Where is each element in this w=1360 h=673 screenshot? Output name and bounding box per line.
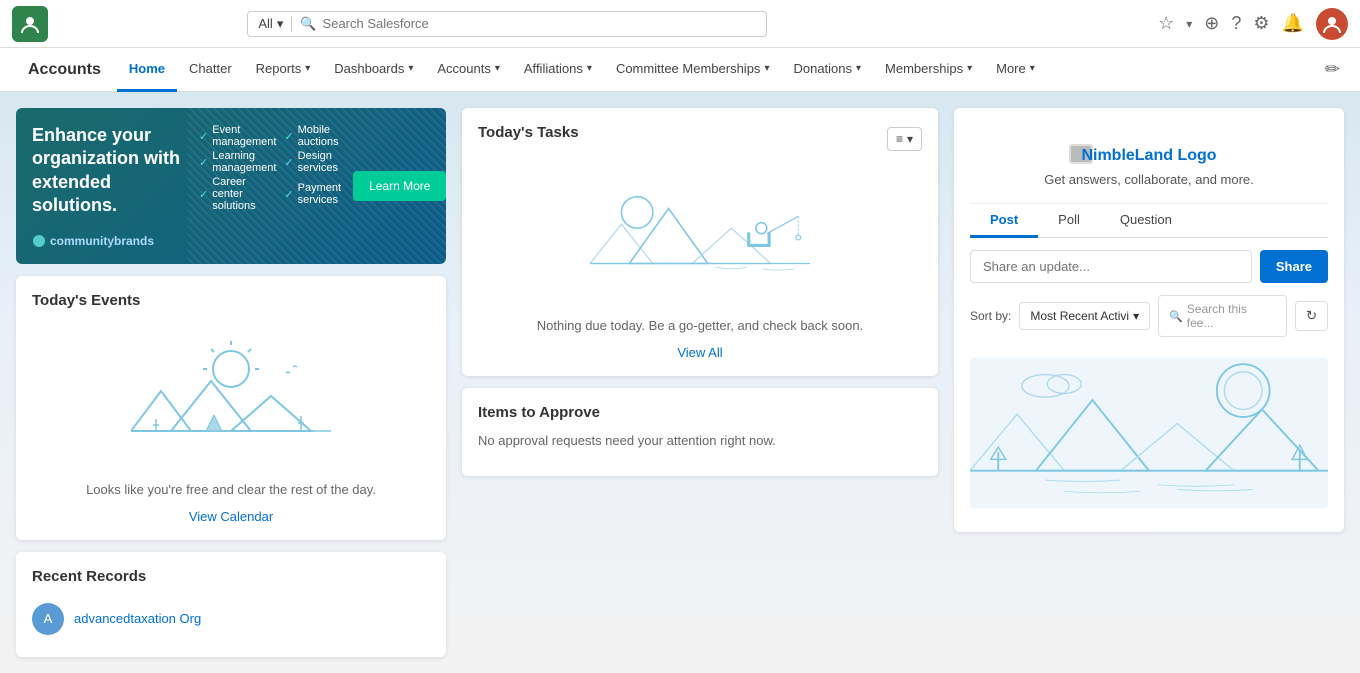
chevron-down-icon: ▾: [277, 16, 284, 32]
recent-records-title: Recent Records: [32, 568, 430, 585]
share-input[interactable]: [970, 250, 1252, 283]
main-content: Enhance your organization with extended …: [0, 92, 1360, 673]
tasks-empty-message: Nothing due today. Be a go-getter, and c…: [478, 318, 922, 333]
search-icon: 🔍: [1169, 310, 1183, 323]
search-all-dropdown[interactable]: All ▾: [258, 16, 292, 32]
filter-icon: ≡: [896, 132, 903, 146]
nav-item-accounts[interactable]: Accounts ▾: [425, 48, 512, 92]
sort-value: Most Recent Activi: [1030, 309, 1129, 323]
learn-more-button[interactable]: Learn More: [353, 171, 446, 201]
nav-item-memberships[interactable]: Memberships ▾: [873, 48, 984, 92]
record-name-link[interactable]: advancedtaxation Org: [74, 611, 201, 626]
nimble-tabs: Post Poll Question: [970, 204, 1328, 238]
chevron-down-icon: ▾: [1133, 309, 1139, 323]
edit-nav-icon[interactable]: ✏: [1317, 59, 1348, 80]
chevron-down-icon: ▾: [495, 63, 500, 74]
chevron-down-icon: ▾: [764, 63, 769, 74]
nimbleland-card: NimbleLand Logo Get answers, collaborate…: [954, 108, 1344, 532]
nimble-header: NimbleLand Logo Get answers, collaborate…: [970, 124, 1328, 204]
app-icon: [12, 6, 48, 42]
sort-label: Sort by:: [970, 309, 1011, 323]
banner-headline: Enhance your organization with extended …: [32, 124, 192, 218]
chevron-down-icon: ▾: [967, 63, 972, 74]
sort-row: Sort by: Most Recent Activi ▾ 🔍 Search t…: [970, 295, 1328, 337]
top-icons: ☆ ▾ ⊕ ? ⚙ 🔔: [1158, 8, 1348, 40]
star-icon[interactable]: ☆: [1158, 13, 1174, 34]
todays-tasks-card: Today's Tasks ≡ ▾: [462, 108, 938, 376]
tasks-header: Today's Tasks ≡ ▾: [478, 124, 922, 153]
nav-items: Home Chatter Reports ▾ Dashboards ▾ Acco…: [117, 48, 1317, 92]
nav-app-name: Accounts: [12, 61, 117, 79]
tab-poll[interactable]: Poll: [1038, 204, 1100, 238]
settings-icon[interactable]: ⚙: [1253, 13, 1269, 34]
avatar[interactable]: [1316, 8, 1348, 40]
recent-record-item: A advancedtaxation Org: [32, 597, 430, 641]
todays-events-card: Today's Events: [16, 276, 446, 540]
feature-item: Career center solutions: [199, 176, 276, 212]
left-column: Enhance your organization with extended …: [16, 108, 446, 657]
help-icon[interactable]: ?: [1231, 13, 1241, 34]
feature-item: Learning management: [199, 150, 276, 174]
todays-events-title: Today's Events: [32, 292, 430, 309]
center-column: Today's Tasks ≡ ▾: [462, 108, 938, 657]
feature-item: Mobile auctions: [284, 124, 341, 148]
items-to-approve-title: Items to Approve: [478, 404, 922, 421]
search-all-label: All: [258, 16, 272, 31]
chevron-down-icon: ▾: [856, 63, 861, 74]
add-tab-icon[interactable]: ⊕: [1204, 13, 1219, 34]
chevron-down-icon: ▾: [907, 132, 913, 146]
feature-item: Event management: [199, 124, 276, 148]
star-dropdown-icon[interactable]: ▾: [1186, 17, 1192, 31]
share-button[interactable]: Share: [1260, 250, 1328, 283]
feature-item: Design services: [284, 150, 341, 174]
tasks-illustration: [478, 165, 922, 310]
items-to-approve-card: Items to Approve No approval requests ne…: [462, 388, 938, 476]
promo-banner: Enhance your organization with extended …: [16, 108, 446, 264]
events-illustration: [32, 321, 430, 474]
chevron-down-icon: ▾: [305, 63, 310, 74]
search-input[interactable]: [323, 16, 757, 31]
landscape-illustration: [970, 353, 1328, 516]
tasks-filter-button[interactable]: ≡ ▾: [887, 127, 922, 151]
nav-item-more[interactable]: More ▾: [984, 48, 1047, 92]
view-all-tasks-link[interactable]: View All: [478, 345, 922, 360]
nav-item-home[interactable]: Home: [117, 48, 177, 92]
nav-item-reports[interactable]: Reports ▾: [244, 48, 323, 92]
record-avatar: A: [32, 603, 64, 635]
tab-question[interactable]: Question: [1100, 204, 1192, 238]
nav-item-dashboards[interactable]: Dashboards ▾: [322, 48, 425, 92]
events-empty-message: Looks like you're free and clear the res…: [32, 482, 430, 497]
share-row: Share: [970, 250, 1328, 283]
chevron-down-icon: ▾: [408, 63, 413, 74]
feature-item: Payment services: [284, 176, 341, 212]
view-calendar-link[interactable]: View Calendar: [32, 509, 430, 524]
nav-item-donations[interactable]: Donations ▾: [781, 48, 873, 92]
feed-search[interactable]: 🔍 Search this fee...: [1158, 295, 1287, 337]
sort-select[interactable]: Most Recent Activi ▾: [1019, 302, 1150, 330]
nimble-logo: NimbleLand Logo: [986, 140, 1312, 168]
recent-records-card: Recent Records A advancedtaxation Org: [16, 552, 446, 657]
nav-item-committee[interactable]: Committee Memberships ▾: [604, 48, 782, 92]
banner-logo: communitybrands: [32, 234, 187, 248]
nav-item-affiliations[interactable]: Affiliations ▾: [512, 48, 604, 92]
chevron-down-icon: ▾: [1030, 63, 1035, 74]
right-column: NimbleLand Logo Get answers, collaborate…: [954, 108, 1344, 657]
top-bar: All ▾ 🔍 ☆ ▾ ⊕ ? ⚙ 🔔: [0, 0, 1360, 48]
bell-icon[interactable]: 🔔: [1282, 13, 1304, 34]
nav-item-chatter[interactable]: Chatter: [177, 48, 244, 92]
brand-name: communitybrands: [50, 234, 154, 248]
tab-post[interactable]: Post: [970, 204, 1038, 238]
banner-features: Event management Mobile auctions Learnin…: [199, 124, 341, 248]
chevron-down-icon: ▾: [587, 63, 592, 74]
svg-text:NimbleLand Logo: NimbleLand Logo: [1081, 147, 1216, 164]
search-container: All ▾ 🔍: [247, 11, 767, 37]
refresh-button[interactable]: ↻: [1295, 301, 1328, 331]
nav-bar: Accounts Home Chatter Reports ▾ Dashboar…: [0, 48, 1360, 92]
tasks-title: Today's Tasks: [478, 124, 579, 141]
approve-empty-message: No approval requests need your attention…: [478, 433, 922, 448]
search-icon: 🔍: [300, 16, 316, 32]
nimble-subtitle: Get answers, collaborate, and more.: [986, 172, 1312, 187]
feed-search-placeholder: Search this fee...: [1187, 302, 1276, 330]
